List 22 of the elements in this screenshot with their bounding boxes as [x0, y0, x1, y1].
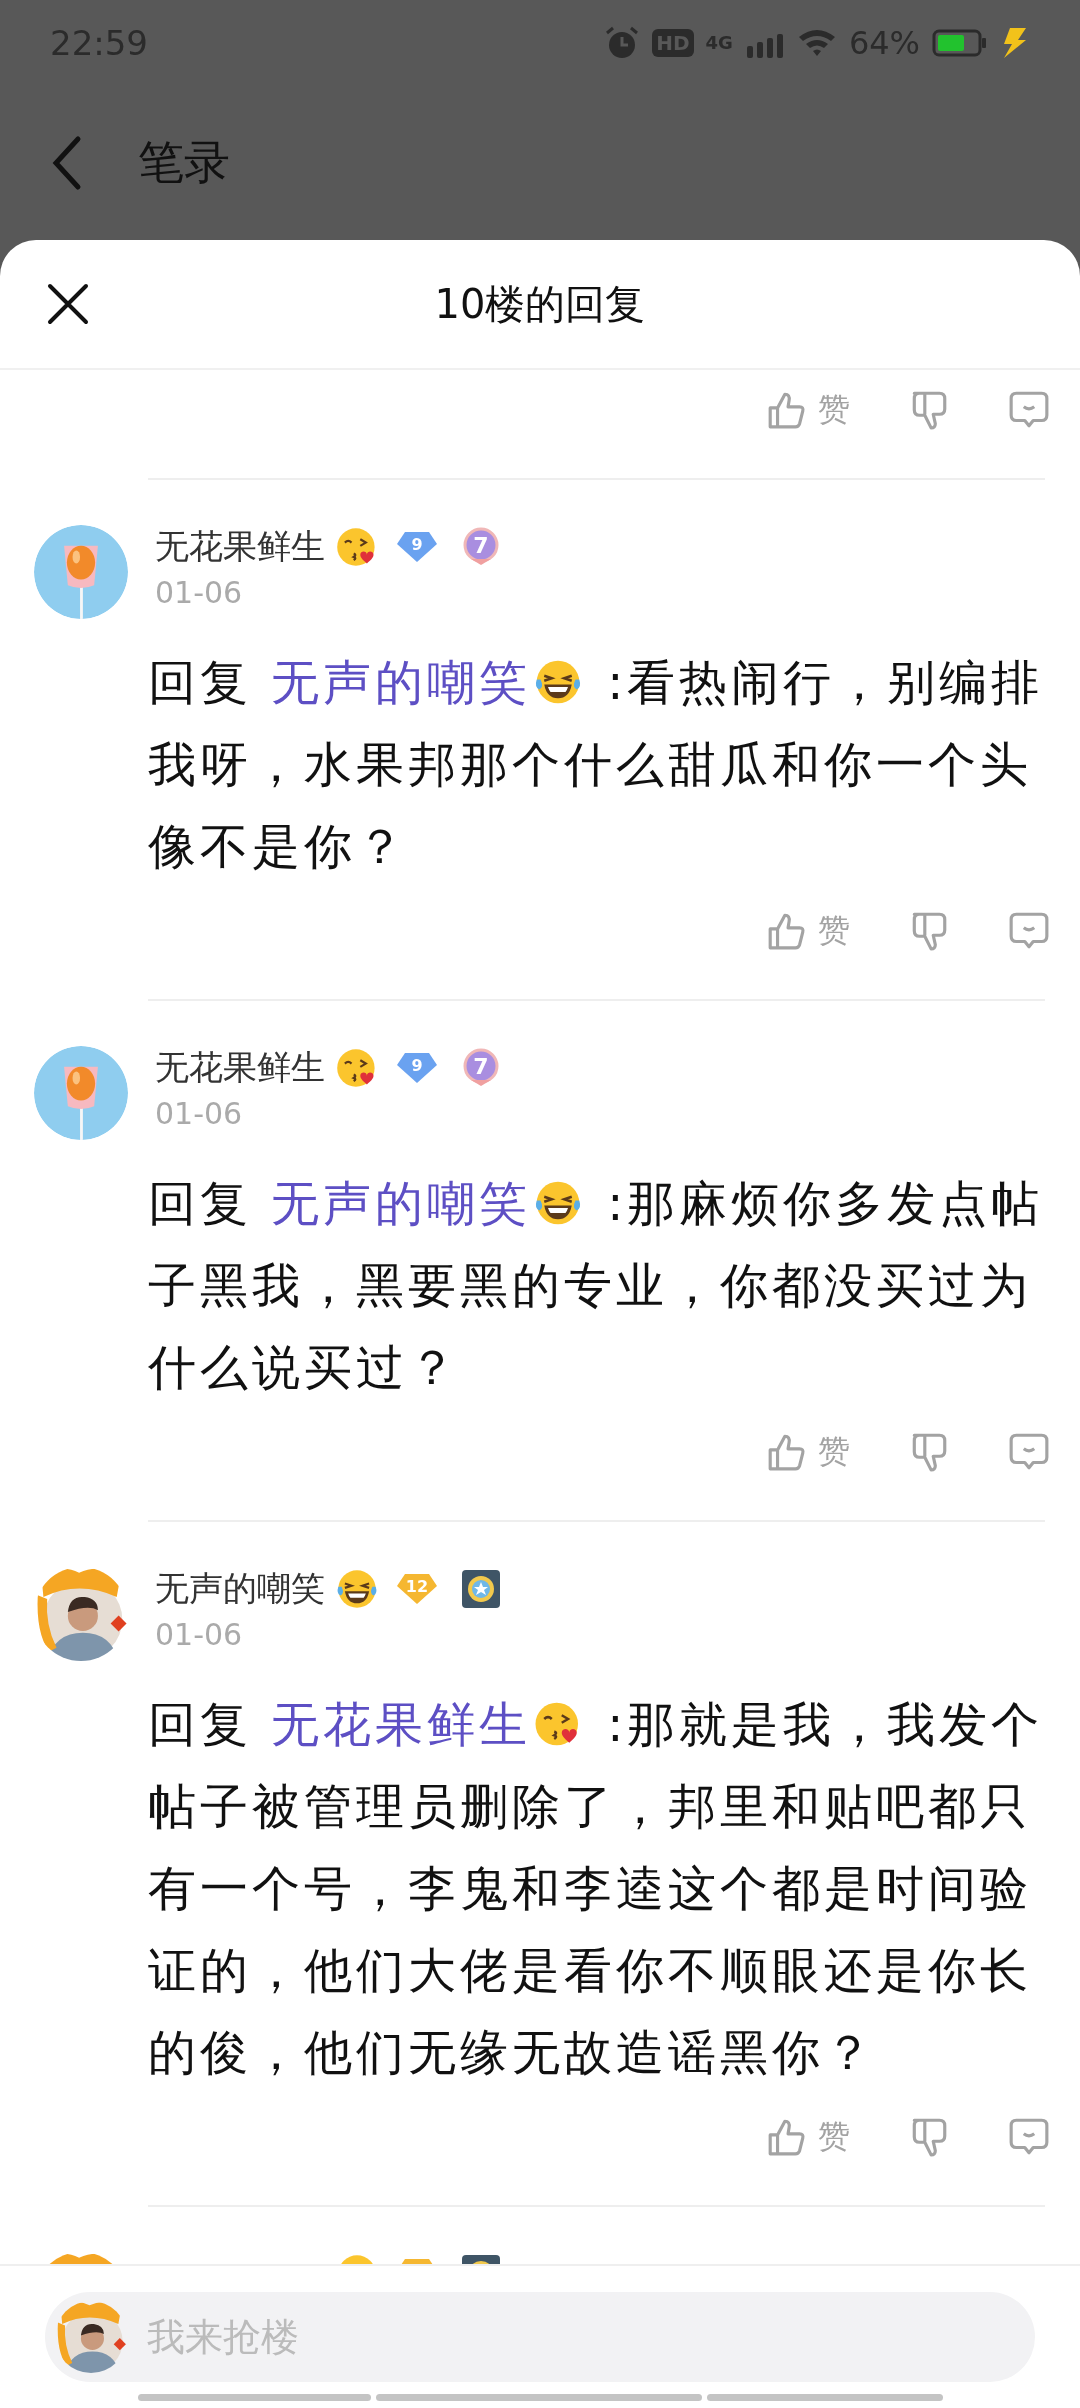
- level-badge: 9: [397, 530, 437, 564]
- mention-link[interactable]: 无声的嘲笑: [271, 1175, 532, 1231]
- close-icon[interactable]: [46, 282, 90, 326]
- battery-icon: [932, 27, 988, 58]
- level-badge: 12: [397, 1572, 437, 1606]
- page-title: 笔录: [138, 133, 230, 191]
- user-name[interactable]: 无花果鲜生: [155, 1045, 325, 1091]
- user-name[interactable]: 无花果鲜生: [155, 524, 325, 570]
- alarm-icon: [604, 24, 641, 61]
- mention-link[interactable]: 无声的嘲笑: [271, 654, 532, 710]
- sheet-title: 10楼的回复: [434, 279, 646, 329]
- reply-text: 回复 无花果鲜生 :那就是我，我发个帖子被管理员删除了，邦里和贴吧都只有一个号，李鬼和李逵这个都是时间验证的，他们大佬是看你不顺眼还是你长的俊，他们无缘无故造谣黑你？: [148, 1695, 1045, 2082]
- comment-date: 01-06: [155, 1096, 244, 1131]
- comment-date: 01-06: [155, 575, 244, 610]
- laughing-face-icon: [335, 1567, 379, 1611]
- level-badge: 9: [397, 1051, 437, 1085]
- comment-date: 01-06: [155, 1617, 244, 1652]
- mention-link[interactable]: 无花果鲜生: [271, 1696, 532, 1752]
- reply-text: 回复 无声的嘲笑 :那麻烦你多发点帖子黑我，黑要黑的专业，你都没买过为什么说买过？: [148, 1174, 1045, 1397]
- reply-text: 回复 无声的嘲笑 :看热闹行，别编排我呀，水果邦那个什么甜瓜和你一个头像不是你？: [148, 653, 1045, 876]
- user-name[interactable]: 无声的嘲笑: [155, 1566, 325, 1612]
- star-medal-icon: [461, 1569, 501, 1609]
